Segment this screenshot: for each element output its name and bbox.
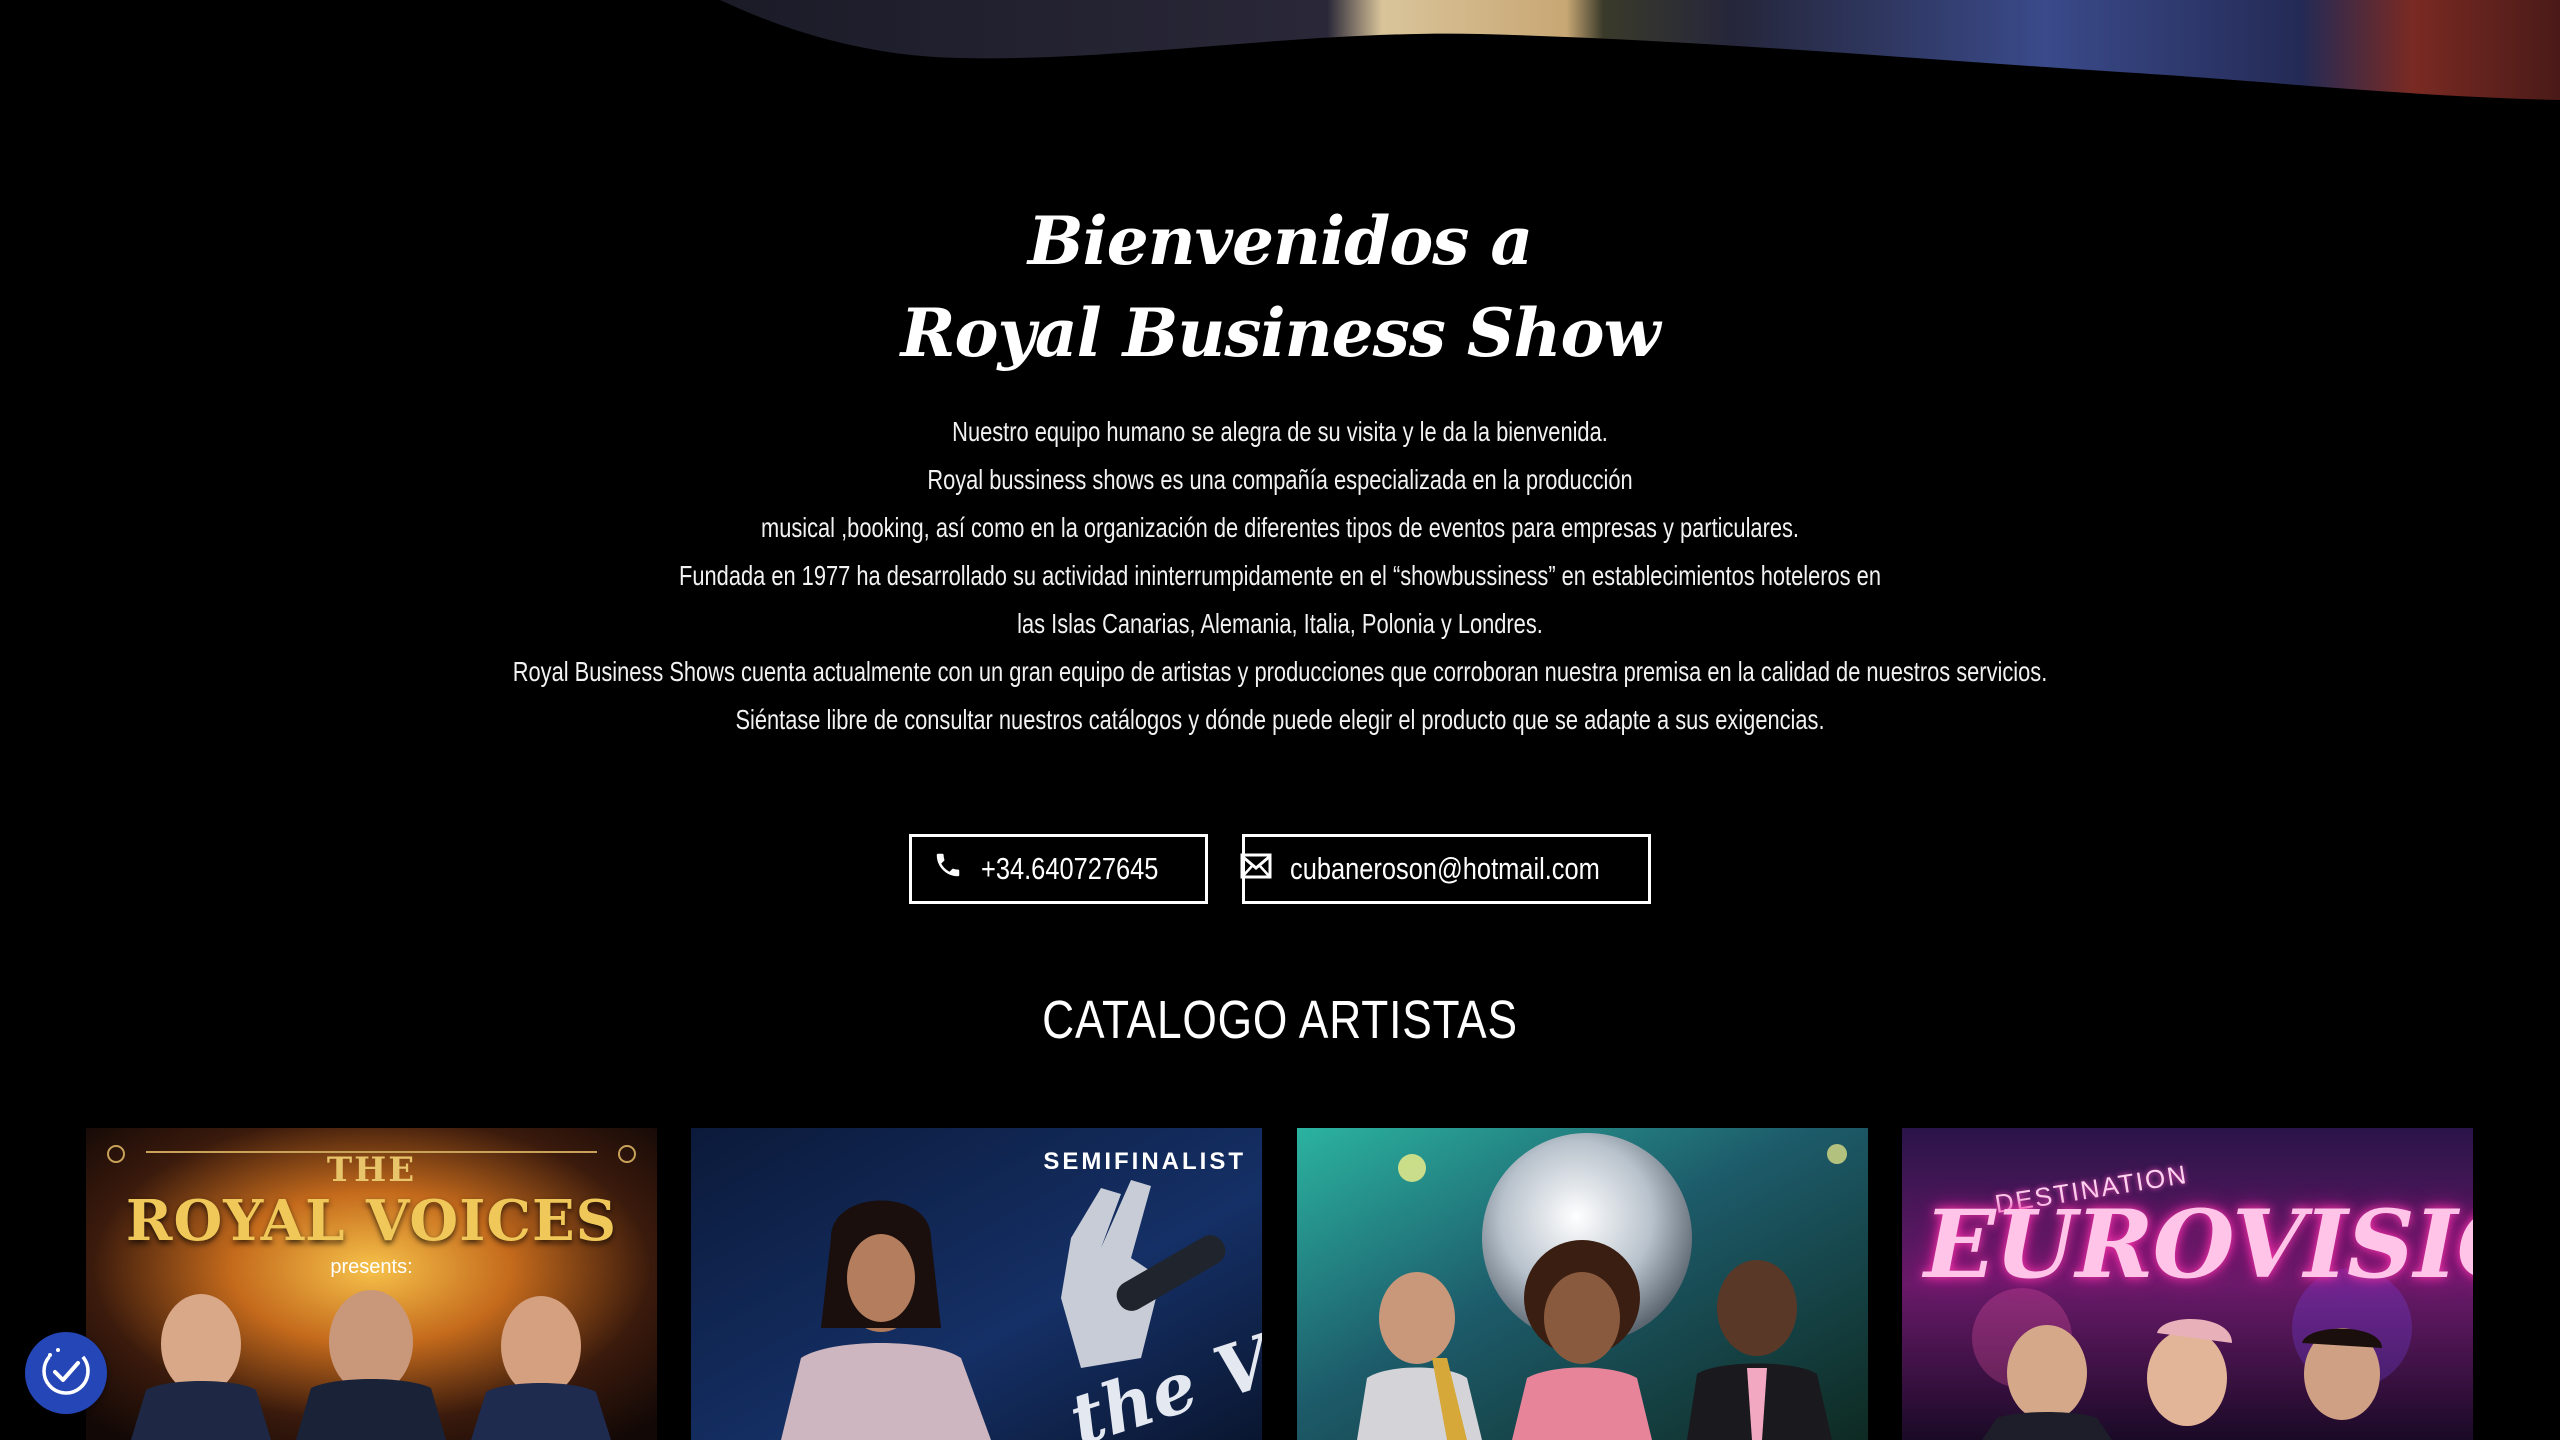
artist-card-disco-trio[interactable] xyxy=(1297,1128,1868,1440)
artist-card-voice-semifinalist[interactable]: the Voice SEMIFINALIST xyxy=(691,1128,1262,1440)
artist-card-royal-voices[interactable]: THE ROYAL VOICES presents: xyxy=(86,1128,657,1440)
phone-button[interactable]: +34.640727645 xyxy=(909,834,1208,904)
disco-artwork xyxy=(1297,1128,1868,1440)
intro-line: Siéntase libre de consultar nuestros cat… xyxy=(735,704,1825,735)
accessibility-button[interactable] xyxy=(25,1332,107,1414)
eurovision-title: EUROVISION xyxy=(1924,1190,2473,1300)
intro-line: Royal Business Shows cuenta actualmente … xyxy=(512,656,2048,687)
email-button[interactable]: cubaneroson@hotmail.com xyxy=(1240,834,1651,904)
royal-voices-presents: presents: xyxy=(330,1256,413,1278)
semifinalist-badge: SEMIFINALIST xyxy=(1043,1148,1246,1175)
royal-voices-title: ROYAL VOICES xyxy=(125,1188,618,1254)
intro-line: las Islas Canarias, Alemania, Italia, Po… xyxy=(1017,608,1543,639)
royal-voices-the: THE xyxy=(326,1150,417,1190)
welcome-title: Bienvenidos a Royal Business Show xyxy=(0,195,2560,379)
intro-line: musical ,booking, así como en la organiz… xyxy=(761,512,1799,543)
intro-text: Nuestro equipo humano se alegra de su vi… xyxy=(282,408,2279,744)
welcome-title-line2: Royal Business Show xyxy=(900,294,1661,372)
mail-icon xyxy=(1240,851,1272,887)
intro-line: Fundada en 1977 ha desarrollado su activ… xyxy=(679,560,1881,591)
intro-line: Royal bussiness shows es una compañía es… xyxy=(927,464,1633,495)
artist-card-eurovision[interactable]: DESTINATION EUROVISION xyxy=(1902,1128,2473,1440)
phone-icon xyxy=(933,850,963,888)
phone-number: +34.640727645 xyxy=(981,851,1159,886)
email-address: cubaneroson@hotmail.com xyxy=(1289,851,1600,886)
hero-image-strip xyxy=(0,0,2560,110)
welcome-title-line1: Bienvenidos a xyxy=(1027,202,1533,280)
accessibility-icon xyxy=(38,1343,94,1404)
catalog-heading: CATALOGO ARTISTAS xyxy=(1042,990,1518,1050)
intro-line: Nuestro equipo humano se alegra de su vi… xyxy=(952,416,1608,447)
